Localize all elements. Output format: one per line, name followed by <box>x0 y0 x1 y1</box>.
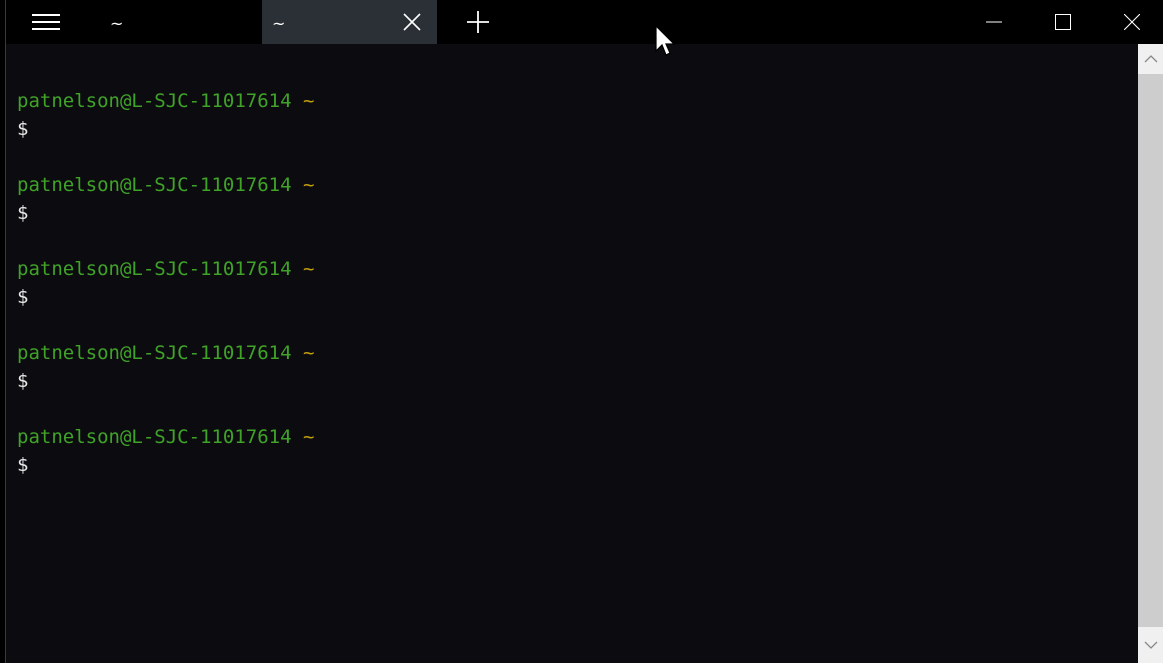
current-directory: ~ <box>303 342 315 364</box>
chevron-down-icon <box>1144 641 1157 649</box>
minimize-button[interactable] <box>964 0 1024 44</box>
user-host: patnelson@L-SJC-11017614 <box>17 90 292 112</box>
close-icon <box>1124 14 1140 30</box>
current-directory: ~ <box>303 258 315 280</box>
terminal-area[interactable]: patnelson@L-SJC-11017614 ~ $ patnelson@L… <box>6 44 1138 663</box>
prompt-line: patnelson@L-SJC-11017614 ~ <box>17 339 314 367</box>
close-icon[interactable] <box>403 13 421 31</box>
terminal-output: patnelson@L-SJC-11017614 ~ $ patnelson@L… <box>17 87 314 507</box>
chevron-up-icon <box>1144 55 1157 63</box>
hamburger-menu-icon <box>32 14 60 30</box>
user-host: patnelson@L-SJC-11017614 <box>17 174 292 196</box>
mouse-pointer-icon <box>655 25 676 56</box>
tab-title: ~ <box>272 14 286 33</box>
prompt-symbol: $ <box>17 286 29 308</box>
prompt-line: patnelson@L-SJC-11017614 ~ <box>17 87 314 115</box>
prompt-line: patnelson@L-SJC-11017614 ~ <box>17 423 314 451</box>
prompt-symbol: $ <box>17 370 29 392</box>
user-host: patnelson@L-SJC-11017614 <box>17 426 292 448</box>
prompt-block: patnelson@L-SJC-11017614 ~ $ <box>17 423 314 507</box>
tab-1[interactable]: ~ <box>100 0 260 44</box>
user-host: patnelson@L-SJC-11017614 <box>17 342 292 364</box>
current-directory: ~ <box>303 426 315 448</box>
maximize-button[interactable] <box>1033 0 1093 44</box>
minimize-icon <box>986 21 1002 23</box>
prompt-block: patnelson@L-SJC-11017614 ~ $ <box>17 255 314 339</box>
prompt-block: patnelson@L-SJC-11017614 ~ $ <box>17 339 314 423</box>
title-bar[interactable]: ~ ~ <box>6 0 1163 44</box>
plus-icon[interactable] <box>464 8 492 36</box>
prompt-block: patnelson@L-SJC-11017614 ~ $ <box>17 87 314 171</box>
terminal-window: ~ ~ patnelson@L-SJC-11017614 ~ $ patnels… <box>0 0 1163 663</box>
prompt-symbol: $ <box>17 118 29 140</box>
prompt-line: patnelson@L-SJC-11017614 ~ <box>17 255 314 283</box>
user-host: patnelson@L-SJC-11017614 <box>17 258 292 280</box>
prompt-symbol: $ <box>17 454 29 476</box>
current-directory: ~ <box>303 90 315 112</box>
scroll-up-button[interactable] <box>1138 44 1163 74</box>
prompt-symbol: $ <box>17 202 29 224</box>
prompt-block: patnelson@L-SJC-11017614 ~ $ <box>17 171 314 255</box>
scroll-thumb[interactable] <box>1138 74 1163 627</box>
scroll-down-button[interactable] <box>1138 627 1163 663</box>
current-directory: ~ <box>303 174 315 196</box>
close-window-button[interactable] <box>1102 0 1162 44</box>
prompt-line: patnelson@L-SJC-11017614 ~ <box>17 171 314 199</box>
menu-button[interactable] <box>26 6 66 38</box>
tab-title: ~ <box>110 14 124 33</box>
vertical-scrollbar[interactable] <box>1138 44 1163 663</box>
maximize-icon <box>1055 14 1071 30</box>
tab-2-active[interactable]: ~ <box>262 0 437 44</box>
